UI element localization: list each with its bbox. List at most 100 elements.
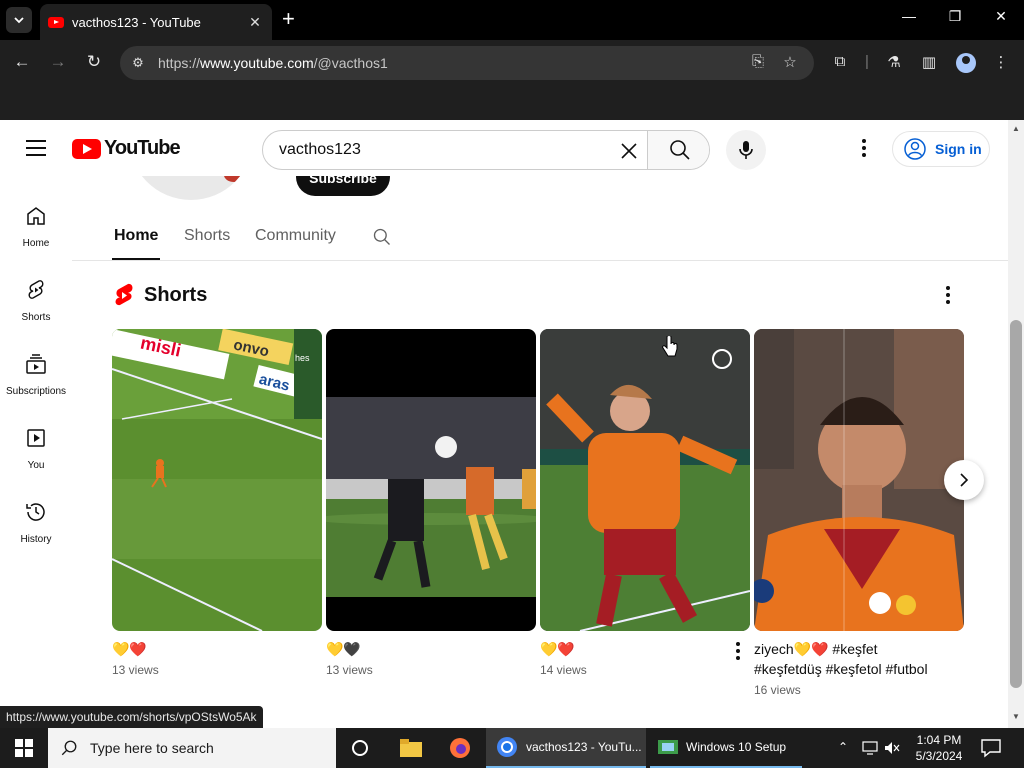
- forward-arrow-icon[interactable]: →: [46, 52, 70, 72]
- windows-logo-icon: [15, 739, 33, 757]
- short-title[interactable]: 💛🖤: [326, 639, 516, 659]
- search-box: [262, 130, 710, 170]
- clock-time: 1:04 PM: [916, 733, 962, 747]
- sidebar-label-home: Home: [22, 238, 50, 249]
- history-icon: [26, 503, 45, 521]
- mini-guide-sidebar: Home Shorts Subscriptions You History: [0, 176, 72, 728]
- cortana-circle-icon[interactable]: [346, 736, 374, 760]
- labs-flask-icon[interactable]: ⚗: [883, 53, 905, 71]
- start-button[interactable]: [0, 728, 48, 768]
- search-icon: [61, 740, 77, 756]
- extensions-icon[interactable]: ⧉: [829, 53, 851, 70]
- scrollbar-thumb[interactable]: [1010, 320, 1022, 688]
- page-scrollbar[interactable]: ▲ ▼: [1008, 120, 1024, 728]
- sidebar-item-home[interactable]: Home: [0, 194, 72, 264]
- tabs-divider: [72, 260, 1008, 261]
- taskbar-search-box[interactable]: Type here to search: [48, 728, 336, 768]
- shorts-section-title: Shorts: [144, 283, 208, 306]
- scroll-down-arrow-icon[interactable]: ▼: [1012, 712, 1020, 721]
- shorts-next-button[interactable]: [944, 460, 984, 500]
- toolbar-divider: |: [865, 53, 869, 70]
- taskbar-search-placeholder: Type here to search: [90, 740, 214, 756]
- short-options-kebab-icon[interactable]: [726, 639, 750, 663]
- tab-search-button[interactable]: [6, 7, 32, 33]
- url-path: /@vacthos1: [313, 55, 388, 71]
- short-card[interactable]: ziyech💛❤️ #keşfet #keşfetdüş #keşfetol #…: [754, 329, 964, 697]
- home-icon: [27, 207, 45, 225]
- youtube-page: Subscribe YouTube Sign in Home: [0, 120, 1024, 728]
- address-bar[interactable]: ⚙ https://www.youtube.com/@vacthos1 ⎘ ☆: [120, 46, 814, 80]
- short-thumbnail[interactable]: misli onvo aras hes: [112, 329, 322, 631]
- taskbar-chrome-app[interactable]: vacthos123 - YouTu...: [486, 728, 646, 768]
- url-text[interactable]: https://www.youtube.com/@vacthos1: [158, 55, 388, 71]
- profile-avatar-icon[interactable]: [956, 53, 976, 73]
- short-thumbnail[interactable]: [540, 329, 750, 631]
- browser-menu-icon[interactable]: ⋮: [990, 53, 1012, 71]
- network-icon[interactable]: [862, 741, 878, 755]
- tray-overflow-chevron-icon[interactable]: ⌃: [838, 740, 848, 754]
- bookmark-star-icon[interactable]: ☆: [780, 53, 800, 71]
- short-views: 16 views: [754, 683, 801, 697]
- chrome-icon: [497, 737, 517, 757]
- firefox-icon[interactable]: [449, 737, 471, 759]
- volume-muted-icon[interactable]: [884, 741, 900, 755]
- restore-icon[interactable]: ❐: [943, 8, 967, 25]
- file-explorer-icon[interactable]: [400, 739, 422, 757]
- reload-icon[interactable]: ↻: [82, 52, 106, 72]
- hamburger-menu-icon[interactable]: [26, 140, 46, 156]
- install-app-icon[interactable]: ⎘: [748, 53, 768, 70]
- tab-shorts[interactable]: Shorts: [184, 227, 230, 245]
- short-card[interactable]: 💛❤️ 14 views: [540, 329, 750, 677]
- new-tab-icon[interactable]: +: [282, 8, 295, 30]
- sidebar-label-you: You: [27, 460, 45, 471]
- chevron-right-icon: [960, 473, 969, 487]
- clear-search-icon[interactable]: [617, 139, 641, 163]
- chevron-down-icon: [14, 17, 24, 24]
- short-views: 13 views: [112, 663, 159, 677]
- short-title[interactable]: 💛❤️: [540, 639, 730, 659]
- tab-close-icon[interactable]: ✕: [246, 14, 264, 31]
- search-input[interactable]: [263, 131, 623, 169]
- sidebar-item-history[interactable]: History: [0, 490, 72, 560]
- sign-in-label: Sign in: [935, 141, 982, 157]
- sign-in-button[interactable]: Sign in: [892, 131, 990, 167]
- settings-kebab-icon[interactable]: [852, 136, 876, 160]
- shorts-section-kebab-icon[interactable]: [936, 283, 960, 307]
- tab-community[interactable]: Community: [255, 227, 336, 245]
- short-title[interactable]: ziyech💛❤️ #keşfet #keşfetdüş #keşfetol #…: [754, 639, 944, 679]
- notifications-icon[interactable]: [980, 738, 1002, 758]
- search-button[interactable]: [647, 131, 709, 169]
- your-channel-icon: [27, 429, 45, 447]
- voice-search-button[interactable]: [726, 130, 766, 170]
- channel-search-icon[interactable]: [372, 227, 392, 247]
- short-title[interactable]: 💛❤️: [112, 639, 302, 659]
- short-thumbnail[interactable]: [754, 329, 964, 631]
- taskbar-clock[interactable]: 1:04 PM 5/3/2024: [904, 732, 974, 764]
- sidebar-label-shorts: Shorts: [21, 312, 51, 323]
- sidebar-item-subscriptions[interactable]: Subscriptions: [0, 342, 72, 412]
- youtube-logo-text: YouTube: [104, 137, 181, 159]
- tab-home[interactable]: Home: [114, 227, 158, 245]
- browser-tab-active[interactable]: vacthos123 - YouTube ✕: [40, 4, 272, 40]
- site-info-icon[interactable]: ⚙: [128, 53, 148, 73]
- sidebar-label-subscriptions: Subscriptions: [5, 386, 67, 397]
- youtube-logo[interactable]: YouTube: [72, 137, 181, 160]
- side-panel-icon[interactable]: ▥: [918, 53, 940, 71]
- player-celebration-thumbnail: [540, 329, 750, 631]
- shorts-logo-icon: [115, 283, 133, 306]
- hand-cursor-icon: [662, 336, 678, 357]
- short-card[interactable]: misli onvo aras hes 💛❤️ 13 views: [112, 329, 322, 677]
- back-arrow-icon[interactable]: ←: [10, 52, 34, 72]
- sidebar-item-shorts[interactable]: Shorts: [0, 268, 72, 338]
- url-prefix: https://: [158, 55, 201, 71]
- taskbar-setup-app[interactable]: Windows 10 Setup: [650, 728, 802, 768]
- minimize-icon[interactable]: —: [897, 8, 921, 24]
- shorts-icon: [28, 280, 44, 299]
- scroll-up-arrow-icon[interactable]: ▲: [1012, 124, 1020, 133]
- short-card[interactable]: 💛🖤 13 views: [326, 329, 536, 677]
- short-thumbnail[interactable]: [326, 329, 536, 631]
- sidebar-item-you[interactable]: You: [0, 416, 72, 486]
- taskbar-setup-label: Windows 10 Setup: [686, 740, 787, 754]
- tab-title: vacthos123 - YouTube: [72, 14, 201, 30]
- close-window-icon[interactable]: ✕: [989, 8, 1013, 25]
